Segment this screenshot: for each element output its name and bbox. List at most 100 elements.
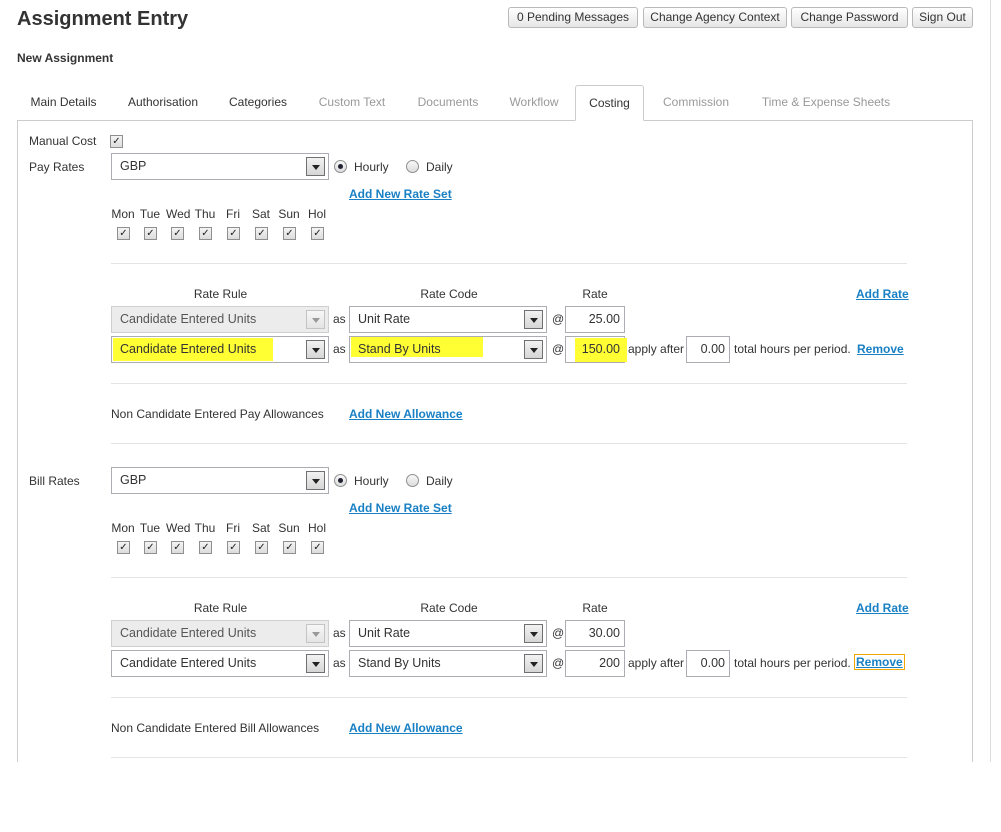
as-label: as	[333, 626, 346, 640]
pay-rate-rule-value: Candidate Entered Units	[120, 312, 257, 326]
pay-hourly-radio[interactable]	[334, 160, 347, 173]
apply-after-label: apply after	[628, 342, 685, 356]
bill-day-checkbox[interactable]: ✓	[117, 541, 130, 554]
bill-rate-code-select[interactable]: Unit Rate	[349, 620, 547, 647]
tab-categories[interactable]: Categories	[219, 85, 297, 121]
page-title: Assignment Entry	[17, 8, 189, 30]
bill-apply-after-input[interactable]: 0.00	[686, 650, 730, 677]
at-label: @	[552, 342, 565, 356]
pay-day-checkbox[interactable]: ✓	[283, 227, 296, 240]
bill-rate-rule-select[interactable]: Candidate Entered Units	[111, 650, 329, 677]
pending-messages-button[interactable]: 0 Pending Messages	[508, 7, 638, 28]
bill-add-rate-set-link[interactable]: Add New Rate Set	[349, 501, 452, 515]
pay-day-label: Fri	[226, 207, 240, 221]
tab-commission[interactable]: Commission	[652, 85, 740, 121]
bill-daily-radio[interactable]	[406, 474, 419, 487]
at-label: @	[552, 656, 565, 670]
pay-col-rate-rule: Rate Rule	[193, 287, 248, 301]
as-label: as	[333, 342, 346, 356]
bill-day-checkbox[interactable]: ✓	[311, 541, 324, 554]
divider	[111, 443, 907, 444]
bill-col-rate-rule: Rate Rule	[193, 601, 248, 615]
bill-day-checkbox[interactable]: ✓	[171, 541, 184, 554]
divider	[111, 697, 907, 698]
scrollbar-edge	[990, 0, 991, 762]
pay-rate-code-select[interactable]: Unit Rate	[349, 306, 547, 333]
bill-hourly-radio[interactable]	[334, 474, 347, 487]
pay-apply-after-input[interactable]: 0.00	[686, 336, 730, 363]
change-password-button[interactable]: Change Password	[791, 7, 908, 28]
bill-rate-input[interactable]: 30.00	[565, 620, 625, 647]
pay-day-checkbox[interactable]: ✓	[255, 227, 268, 240]
bill-day-checkbox[interactable]: ✓	[255, 541, 268, 554]
at-label: @	[552, 312, 565, 326]
chevron-down-icon	[306, 157, 325, 176]
pay-rate-input[interactable]: 25.00	[565, 306, 625, 333]
page-subtitle: New Assignment	[17, 51, 114, 65]
bill-day-checkbox[interactable]: ✓	[283, 541, 296, 554]
sign-out-button[interactable]: Sign Out	[912, 7, 973, 28]
bill-hourly-label: Hourly	[354, 474, 389, 488]
pay-add-allowance-link[interactable]: Add New Allowance	[349, 407, 463, 421]
bill-remove-rate-link[interactable]: Remove	[854, 654, 905, 670]
tab-authorisation[interactable]: Authorisation	[115, 85, 211, 121]
pay-allowances-label: Non Candidate Entered Pay Allowances	[111, 407, 324, 421]
pay-col-rate: Rate	[582, 287, 608, 301]
bill-add-rate-link[interactable]: Add Rate	[856, 601, 909, 615]
tab-costing[interactable]: Costing	[575, 85, 644, 121]
tab-time-expense-sheets[interactable]: Time & Expense Sheets	[752, 85, 900, 121]
pay-day-label: Tue	[139, 207, 161, 221]
pay-currency-select[interactable]: GBP	[111, 153, 329, 180]
chevron-down-icon	[524, 310, 543, 329]
chevron-down-icon	[306, 310, 325, 329]
pay-rate-code-select[interactable]: Stand By Units	[349, 336, 547, 363]
pay-day-checkbox[interactable]: ✓	[144, 227, 157, 240]
bill-add-allowance-link[interactable]: Add New Allowance	[349, 721, 463, 735]
pay-remove-rate-link[interactable]: Remove	[857, 342, 904, 356]
chevron-down-icon	[306, 471, 325, 490]
bill-rate-input[interactable]: 200	[565, 650, 625, 677]
bill-day-checkbox[interactable]: ✓	[199, 541, 212, 554]
bill-day-checkbox[interactable]: ✓	[227, 541, 240, 554]
as-label: as	[333, 656, 346, 670]
pay-rate-input[interactable]: 150.00	[565, 336, 627, 363]
tab-main-details[interactable]: Main Details	[17, 85, 110, 121]
bill-day-label: Sun	[278, 521, 300, 535]
pay-day-checkbox[interactable]: ✓	[311, 227, 324, 240]
bill-rate-code-select[interactable]: Stand By Units	[349, 650, 547, 677]
bill-day-checkbox[interactable]: ✓	[144, 541, 157, 554]
pay-day-label: Sat	[251, 207, 270, 221]
bill-allowances-label: Non Candidate Entered Bill Allowances	[111, 721, 320, 735]
pay-day-checkbox[interactable]: ✓	[117, 227, 130, 240]
bill-col-rate-code: Rate Code	[420, 601, 478, 615]
total-hours-label: total hours per period.	[734, 656, 851, 670]
tab-workflow[interactable]: Workflow	[501, 85, 567, 121]
manual-cost-checkbox[interactable]: ✓	[110, 135, 123, 148]
pay-rate-rule-select[interactable]: Candidate Entered Units	[111, 336, 329, 363]
bill-currency-select[interactable]: GBP	[111, 467, 329, 494]
tab-custom-text[interactable]: Custom Text	[309, 85, 395, 121]
pay-daily-radio[interactable]	[406, 160, 419, 173]
chevron-down-icon	[524, 624, 543, 643]
bill-rate-code-value: Stand By Units	[358, 656, 441, 670]
tab-documents[interactable]: Documents	[407, 85, 489, 121]
pay-rate-code-value: Unit Rate	[358, 312, 411, 326]
pay-day-label: Mon	[111, 207, 135, 221]
chevron-down-icon	[306, 654, 325, 673]
apply-after-label: apply after	[628, 656, 685, 670]
pay-day-label: Sun	[278, 207, 300, 221]
pay-day-checkbox[interactable]: ✓	[171, 227, 184, 240]
pay-add-rate-set-link[interactable]: Add New Rate Set	[349, 187, 452, 201]
pay-currency-value: GBP	[120, 159, 147, 173]
chevron-down-icon	[306, 624, 325, 643]
total-hours-label: total hours per period.	[734, 342, 851, 356]
bill-daily-label: Daily	[426, 474, 453, 488]
manual-cost-label: Manual Cost	[29, 134, 97, 148]
bill-day-label: Tue	[139, 521, 161, 535]
pay-rate-code-value: Stand By Units	[358, 342, 441, 356]
pay-add-rate-link[interactable]: Add Rate	[856, 287, 909, 301]
pay-day-checkbox[interactable]: ✓	[199, 227, 212, 240]
pay-day-checkbox[interactable]: ✓	[227, 227, 240, 240]
chevron-down-icon	[524, 654, 543, 673]
change-agency-context-button[interactable]: Change Agency Context	[643, 7, 787, 28]
